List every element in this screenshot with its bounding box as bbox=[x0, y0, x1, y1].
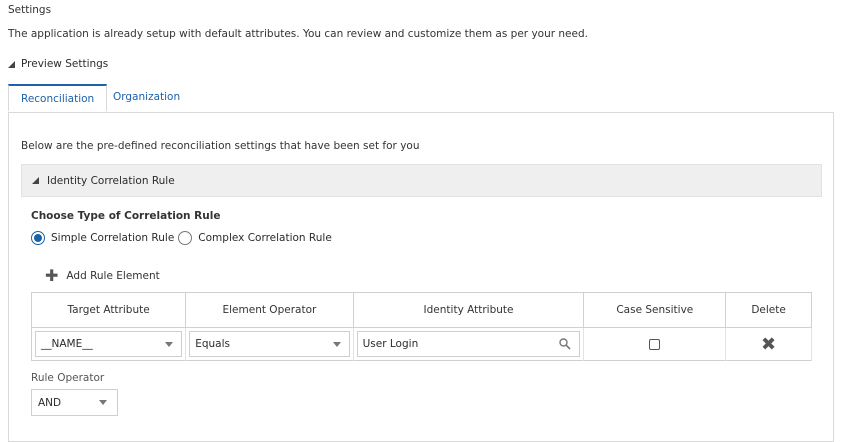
identity-correlation-section-header[interactable]: Identity Correlation Rule bbox=[21, 164, 822, 197]
rule-type-label: Choose Type of Correlation Rule bbox=[31, 210, 221, 222]
triangle-down-icon bbox=[32, 177, 39, 184]
radio-simple-label[interactable]: Simple Correlation Rule bbox=[51, 232, 174, 244]
plus-icon: ✚ bbox=[45, 266, 59, 285]
reconciliation-note: Below are the pre-defined reconciliation… bbox=[21, 140, 420, 152]
rule-operator-label: Rule Operator bbox=[31, 372, 105, 384]
tab-reconciliation[interactable]: Reconciliation bbox=[8, 84, 108, 112]
add-rule-label: Add Rule Element bbox=[66, 270, 160, 282]
page-description: The application is already setup with de… bbox=[8, 28, 588, 40]
tab-bar: Reconciliation Organization bbox=[8, 84, 834, 113]
rule-elements-table: Target Attribute Element Operator Identi… bbox=[31, 292, 812, 361]
case-sensitive-checkbox[interactable] bbox=[649, 338, 661, 350]
target-attribute-value: __NAME__ bbox=[41, 338, 93, 350]
page-title: Settings bbox=[8, 4, 52, 16]
table-header-row: Target Attribute Element Operator Identi… bbox=[31, 292, 812, 328]
search-icon[interactable] bbox=[559, 338, 571, 350]
add-rule-element-button[interactable]: ✚ Add Rule Element bbox=[45, 268, 160, 284]
element-operator-select[interactable]: Equals bbox=[189, 331, 350, 357]
identity-attribute-input[interactable]: User Login bbox=[356, 331, 581, 357]
close-icon: ✖ bbox=[761, 333, 777, 355]
chevron-down-icon bbox=[165, 341, 174, 347]
radio-complex-correlation[interactable] bbox=[178, 231, 193, 245]
col-element-operator: Element Operator bbox=[185, 292, 354, 328]
col-case-sensitive: Case Sensitive bbox=[583, 292, 727, 328]
delete-row-button[interactable]: ✖ bbox=[729, 334, 808, 355]
chevron-down-icon bbox=[99, 400, 107, 405]
col-identity-attribute: Identity Attribute bbox=[353, 292, 585, 328]
preview-settings-label: Preview Settings bbox=[21, 58, 109, 70]
col-target-attribute: Target Attribute bbox=[31, 292, 187, 328]
rule-operator-select[interactable]: AND bbox=[31, 389, 118, 416]
col-delete: Delete bbox=[725, 292, 812, 328]
identity-attribute-value: User Login bbox=[362, 338, 419, 350]
tab-organization[interactable]: Organization bbox=[101, 84, 192, 112]
section-title: Identity Correlation Rule bbox=[47, 174, 175, 187]
triangle-down-icon bbox=[8, 60, 15, 68]
radio-complex-label[interactable]: Complex Correlation Rule bbox=[198, 232, 332, 244]
preview-settings-toggle[interactable]: Preview Settings bbox=[8, 58, 108, 70]
radio-simple-correlation[interactable] bbox=[31, 231, 45, 245]
rule-type-radio-group: Simple Correlation Rule Complex Correlat… bbox=[31, 231, 336, 245]
chevron-down-icon bbox=[332, 341, 341, 347]
target-attribute-select[interactable]: __NAME__ bbox=[35, 331, 183, 357]
table-row: __NAME__ Equals User Login ✖ bbox=[31, 327, 812, 361]
rule-operator-value: AND bbox=[38, 396, 62, 409]
element-operator-value: Equals bbox=[195, 338, 230, 350]
